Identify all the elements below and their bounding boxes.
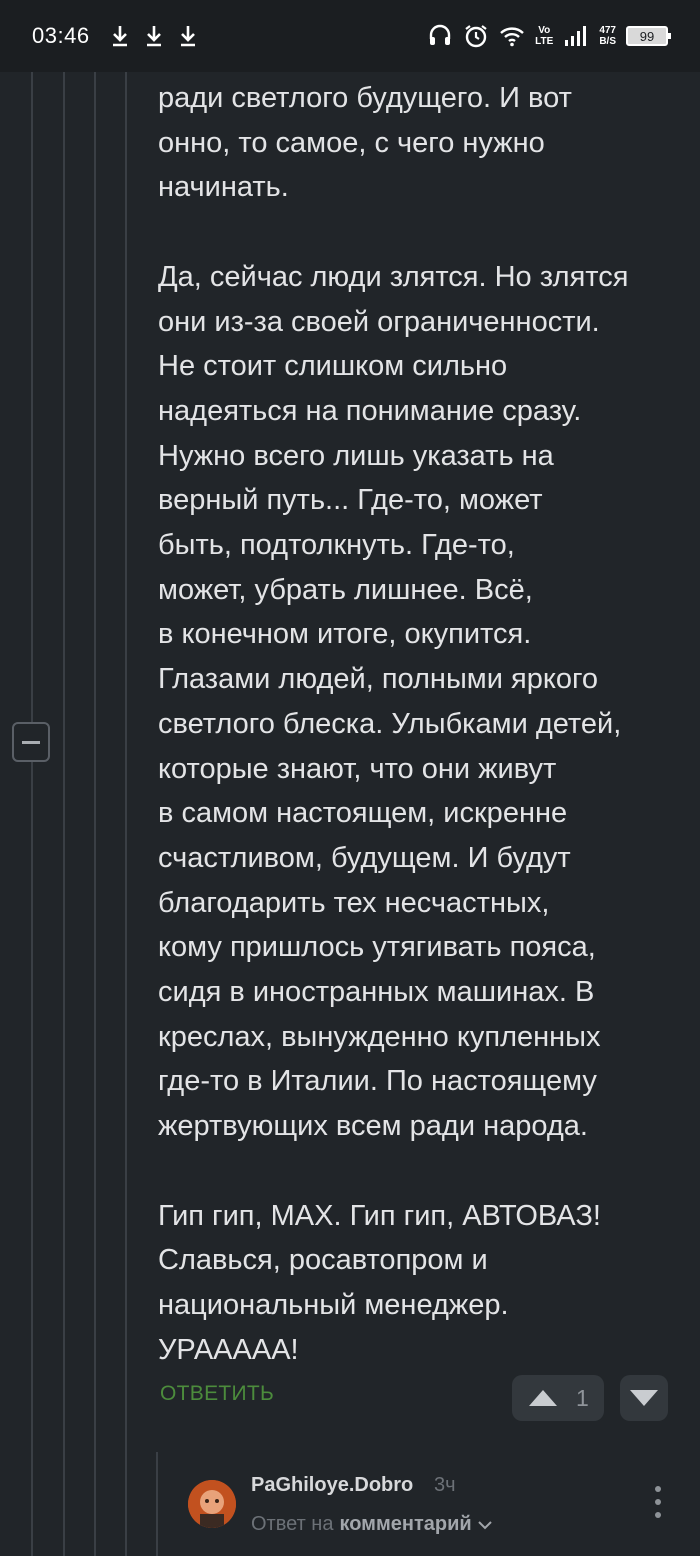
chevron-down-icon xyxy=(477,1520,492,1529)
comment-line: которые знают, что они живут xyxy=(158,752,557,785)
net-speed-value: 477 xyxy=(599,25,616,36)
author-name[interactable]: PaGhiloye.Dobro xyxy=(251,1474,413,1497)
comment-line: где-то в Италии. По настоящему xyxy=(158,1065,597,1098)
status-right-icons: Vo LTE 477 B/S 99 xyxy=(427,23,671,49)
comment-paragraph: ради светлого будущего. И вот онно, то са… xyxy=(158,76,678,210)
avatar-image xyxy=(188,1480,236,1528)
comment-body: ради светлого будущего. И вот онно, то са… xyxy=(158,76,678,1372)
comment-line: онно, то самое, с чего нужно xyxy=(158,126,545,159)
signal-icon xyxy=(565,26,587,46)
comment-line: национальный менеджер. xyxy=(158,1288,509,1321)
download-icon xyxy=(112,26,127,47)
comment-paragraph: Да, сейчас люди злятся. Но злятся они из-… xyxy=(158,255,678,1149)
thread-line xyxy=(125,72,127,1556)
comment-line: кому пришлось утягивать пояса, xyxy=(158,931,596,964)
comment-line: креслах, вынужденно купленных xyxy=(158,1020,601,1053)
thread-line xyxy=(31,762,33,1556)
child-thread-line xyxy=(156,1452,158,1556)
arrow-up-icon xyxy=(529,1390,557,1406)
download-indicators xyxy=(110,24,198,48)
vote-count: 1 xyxy=(576,1384,589,1411)
comment-line: УРААААА! xyxy=(158,1333,299,1366)
thread-line xyxy=(31,72,33,722)
reply-prefix: Ответ на xyxy=(251,1513,334,1535)
alarm-icon xyxy=(465,25,487,48)
comment-line: Нужно всего лишь указать на xyxy=(158,439,554,472)
comment-line: быть, подтолкнуть. Где-то, xyxy=(158,529,515,562)
status-time: 03:46 xyxy=(32,23,90,48)
collapse-thread-button[interactable] xyxy=(12,722,50,762)
comment-line: начинать. xyxy=(158,171,289,204)
comment-line: в конечном итоге, окупится. xyxy=(158,618,532,651)
status-bar: 03:46 Vo LTE 477 B/S 99 xyxy=(0,0,700,72)
comment-line: светлого блеска. Улыбками детей, xyxy=(158,707,622,740)
comment-line: сидя в иностранных машинах. В xyxy=(158,976,595,1009)
comment-line: счастливом, будущем. И будут xyxy=(158,841,571,874)
downvote-button[interactable] xyxy=(620,1375,668,1421)
reply-button[interactable]: ОТВЕТИТЬ xyxy=(160,1382,274,1406)
comment-line: ради светлого будущего. И вот xyxy=(158,82,572,114)
comment-line: Глазами людей, полными яркого xyxy=(158,663,599,696)
download-icon xyxy=(180,26,195,47)
volte-top: Vo xyxy=(538,25,551,36)
comment-line: благодарить тех несчастных, xyxy=(158,886,550,919)
net-speed-unit: B/S xyxy=(599,36,616,47)
volte-icon: Vo LTE xyxy=(535,25,553,47)
battery-level: 99 xyxy=(639,28,655,44)
thread-line xyxy=(94,72,96,1556)
comment-line: надеяться на понимание сразу. xyxy=(158,394,582,427)
comment-time: 3ч xyxy=(434,1474,456,1496)
net-speed: 477 B/S xyxy=(599,25,616,47)
avatar[interactable] xyxy=(188,1480,236,1528)
reply-target: комментарий xyxy=(339,1513,472,1535)
comment-paragraph: Гип гип, MAX. Гип гип, АВТОВАЗ! Славься, … xyxy=(158,1194,678,1373)
download-icon xyxy=(146,26,161,47)
comment-line: в самом настоящем, искренне xyxy=(158,797,568,830)
comment-line: они из-за своей ограниченности. xyxy=(158,305,600,338)
upvote-button[interactable]: 1 xyxy=(512,1375,604,1421)
battery-icon: 99 xyxy=(626,26,671,46)
reply-to-link[interactable]: Ответ на комментарий xyxy=(251,1513,492,1536)
arrow-down-icon xyxy=(630,1390,658,1406)
more-options-icon[interactable] xyxy=(650,1486,666,1518)
comment-line: Славься, росавтопром и xyxy=(158,1244,488,1277)
thread-line xyxy=(63,72,65,1556)
comment-line: верный путь... Где-то, может xyxy=(158,484,543,517)
comment-line: Не стоит слишком сильно xyxy=(158,350,508,383)
comment-line: может, убрать лишнее. Всё, xyxy=(158,573,533,606)
comment-line: Да, сейчас люди злятся. Но злятся xyxy=(158,260,629,293)
headset-icon xyxy=(429,24,451,45)
minus-icon xyxy=(22,740,40,744)
comment-line: жертвующих всем ради народа. xyxy=(158,1110,588,1143)
wifi-icon xyxy=(500,27,524,47)
comment-line: Гип гип, MAX. Гип гип, АВТОВАЗ! xyxy=(158,1199,601,1232)
volte-bottom: LTE xyxy=(535,36,554,47)
